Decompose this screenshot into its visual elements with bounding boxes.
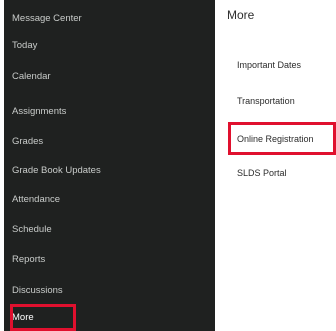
- main-content: More Important Dates Transportation Onli…: [215, 0, 336, 331]
- link-transportation[interactable]: Transportation: [237, 96, 295, 106]
- link-slds-portal[interactable]: SLDS Portal: [237, 168, 287, 178]
- sidebar-nav: Message Center Today Calendar Assignment…: [4, 0, 215, 331]
- sidebar-item-attendance[interactable]: Attendance: [4, 188, 215, 212]
- sidebar-item-calendar[interactable]: Calendar: [4, 65, 215, 89]
- sidebar-item-grade-book-updates[interactable]: Grade Book Updates: [4, 159, 215, 183]
- link-important-dates[interactable]: Important Dates: [237, 60, 301, 70]
- sidebar-item-assignments[interactable]: Assignments: [4, 100, 215, 124]
- page-title: More: [227, 8, 255, 22]
- sidebar-item-today[interactable]: Today: [4, 34, 215, 58]
- sidebar-item-schedule[interactable]: Schedule: [4, 218, 215, 242]
- link-online-registration[interactable]: Online Registration: [237, 134, 314, 144]
- sidebar-item-reports[interactable]: Reports: [4, 248, 215, 272]
- sidebar-item-grades[interactable]: Grades: [4, 130, 215, 154]
- sidebar-item-message-center[interactable]: Message Center: [4, 7, 215, 31]
- app-window: Message Center Today Calendar Assignment…: [0, 0, 336, 331]
- sidebar-item-discussions[interactable]: Discussions: [4, 279, 215, 303]
- sidebar-item-more[interactable]: More: [4, 306, 215, 330]
